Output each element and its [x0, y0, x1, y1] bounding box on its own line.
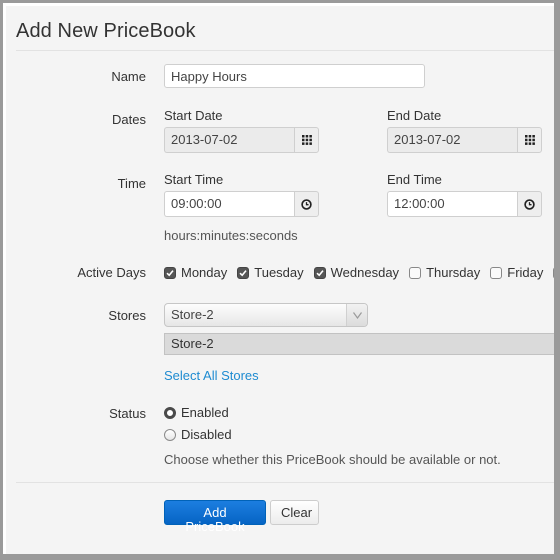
- day-label: Monday: [181, 265, 228, 280]
- clear-button[interactable]: Clear: [270, 500, 319, 525]
- end-date-calendar-button[interactable]: [517, 127, 542, 153]
- checkbox-unchecked[interactable]: [409, 266, 422, 279]
- time-label: Time: [117, 176, 146, 191]
- chevron-down-icon: [352, 311, 362, 319]
- status-enabled-option[interactable]: Enabled: [164, 405, 229, 420]
- checkbox-unchecked[interactable]: [553, 266, 554, 279]
- pricebook-form-panel: Add New PriceBook Name Dates Start Date …: [6, 6, 554, 554]
- name-label: Name: [111, 69, 146, 84]
- calendar-icon: [524, 135, 535, 145]
- day-label: Tuesday: [254, 265, 304, 280]
- selected-store-item[interactable]: Store-2: [171, 336, 214, 351]
- day-friday[interactable]: Friday: [490, 265, 543, 280]
- start-date-picker: 2013-07-02: [164, 127, 319, 153]
- page-title: Add New PriceBook: [16, 20, 196, 42]
- name-input[interactable]: [164, 64, 425, 88]
- start-time-picker: 09:00:00: [164, 191, 319, 217]
- add-pricebook-button[interactable]: Add PriceBook: [164, 500, 266, 534]
- clock-icon: [524, 198, 535, 210]
- day-wednesday[interactable]: Wednesday: [313, 265, 400, 280]
- end-date-picker: 2013-07-02: [387, 127, 542, 153]
- end-time-clock-button[interactable]: [517, 191, 542, 217]
- start-date-label: Start Date: [164, 108, 223, 123]
- day-monday[interactable]: Monday: [164, 265, 227, 280]
- status-option-label: Disabled: [181, 427, 232, 442]
- start-time-label: Start Time: [164, 172, 224, 187]
- active-days-label: Active Days: [77, 265, 146, 280]
- day-label: Thursday: [426, 265, 481, 280]
- status-disabled-option[interactable]: Disabled: [164, 427, 232, 442]
- time-format-help: hours:minutes:seconds: [164, 228, 298, 243]
- end-time-label: End Time: [387, 172, 442, 187]
- end-time-input[interactable]: 12:00:00: [387, 191, 517, 217]
- day-label: Wednesday: [330, 265, 400, 280]
- start-date-calendar-button[interactable]: [294, 127, 319, 153]
- clock-icon: [301, 198, 312, 210]
- select-all-stores-link[interactable]: Select All Stores: [164, 368, 259, 383]
- radio-unselected[interactable]: [164, 428, 176, 441]
- end-date-label: End Date: [387, 108, 442, 123]
- stores-select-value: Store-2: [171, 307, 214, 322]
- checkbox-checked[interactable]: [164, 266, 176, 279]
- divider: [16, 50, 554, 51]
- end-time-picker: 12:00:00: [387, 191, 542, 217]
- divider: [16, 482, 554, 483]
- stores-select[interactable]: Store-2: [164, 303, 368, 327]
- day-tuesday[interactable]: Tuesday: [237, 265, 304, 280]
- selected-stores-list[interactable]: Store-2: [164, 333, 554, 355]
- start-time-clock-button[interactable]: [294, 191, 319, 217]
- checkbox-unchecked[interactable]: [490, 266, 503, 279]
- calendar-icon: [301, 135, 312, 145]
- start-time-input[interactable]: 09:00:00: [164, 191, 294, 217]
- radio-selected[interactable]: [164, 406, 176, 419]
- status-label: Status: [109, 406, 146, 421]
- start-date-input[interactable]: 2013-07-02: [164, 127, 294, 153]
- day-label: Friday: [507, 265, 544, 280]
- active-days-checkboxes: Monday Tuesday Wednesday Thursday Friday…: [164, 265, 554, 280]
- end-date-input[interactable]: 2013-07-02: [387, 127, 517, 153]
- status-help-text: Choose whether this PriceBook should be …: [164, 452, 501, 467]
- day-saturday[interactable]: Saturday: [553, 265, 554, 280]
- status-option-label: Enabled: [181, 405, 229, 420]
- checkbox-checked[interactable]: [313, 266, 326, 279]
- stores-label: Stores: [108, 308, 146, 323]
- checkbox-checked[interactable]: [237, 266, 250, 279]
- dates-label: Dates: [112, 112, 146, 127]
- day-thursday[interactable]: Thursday: [409, 265, 480, 280]
- stores-select-arrow[interactable]: [346, 304, 367, 326]
